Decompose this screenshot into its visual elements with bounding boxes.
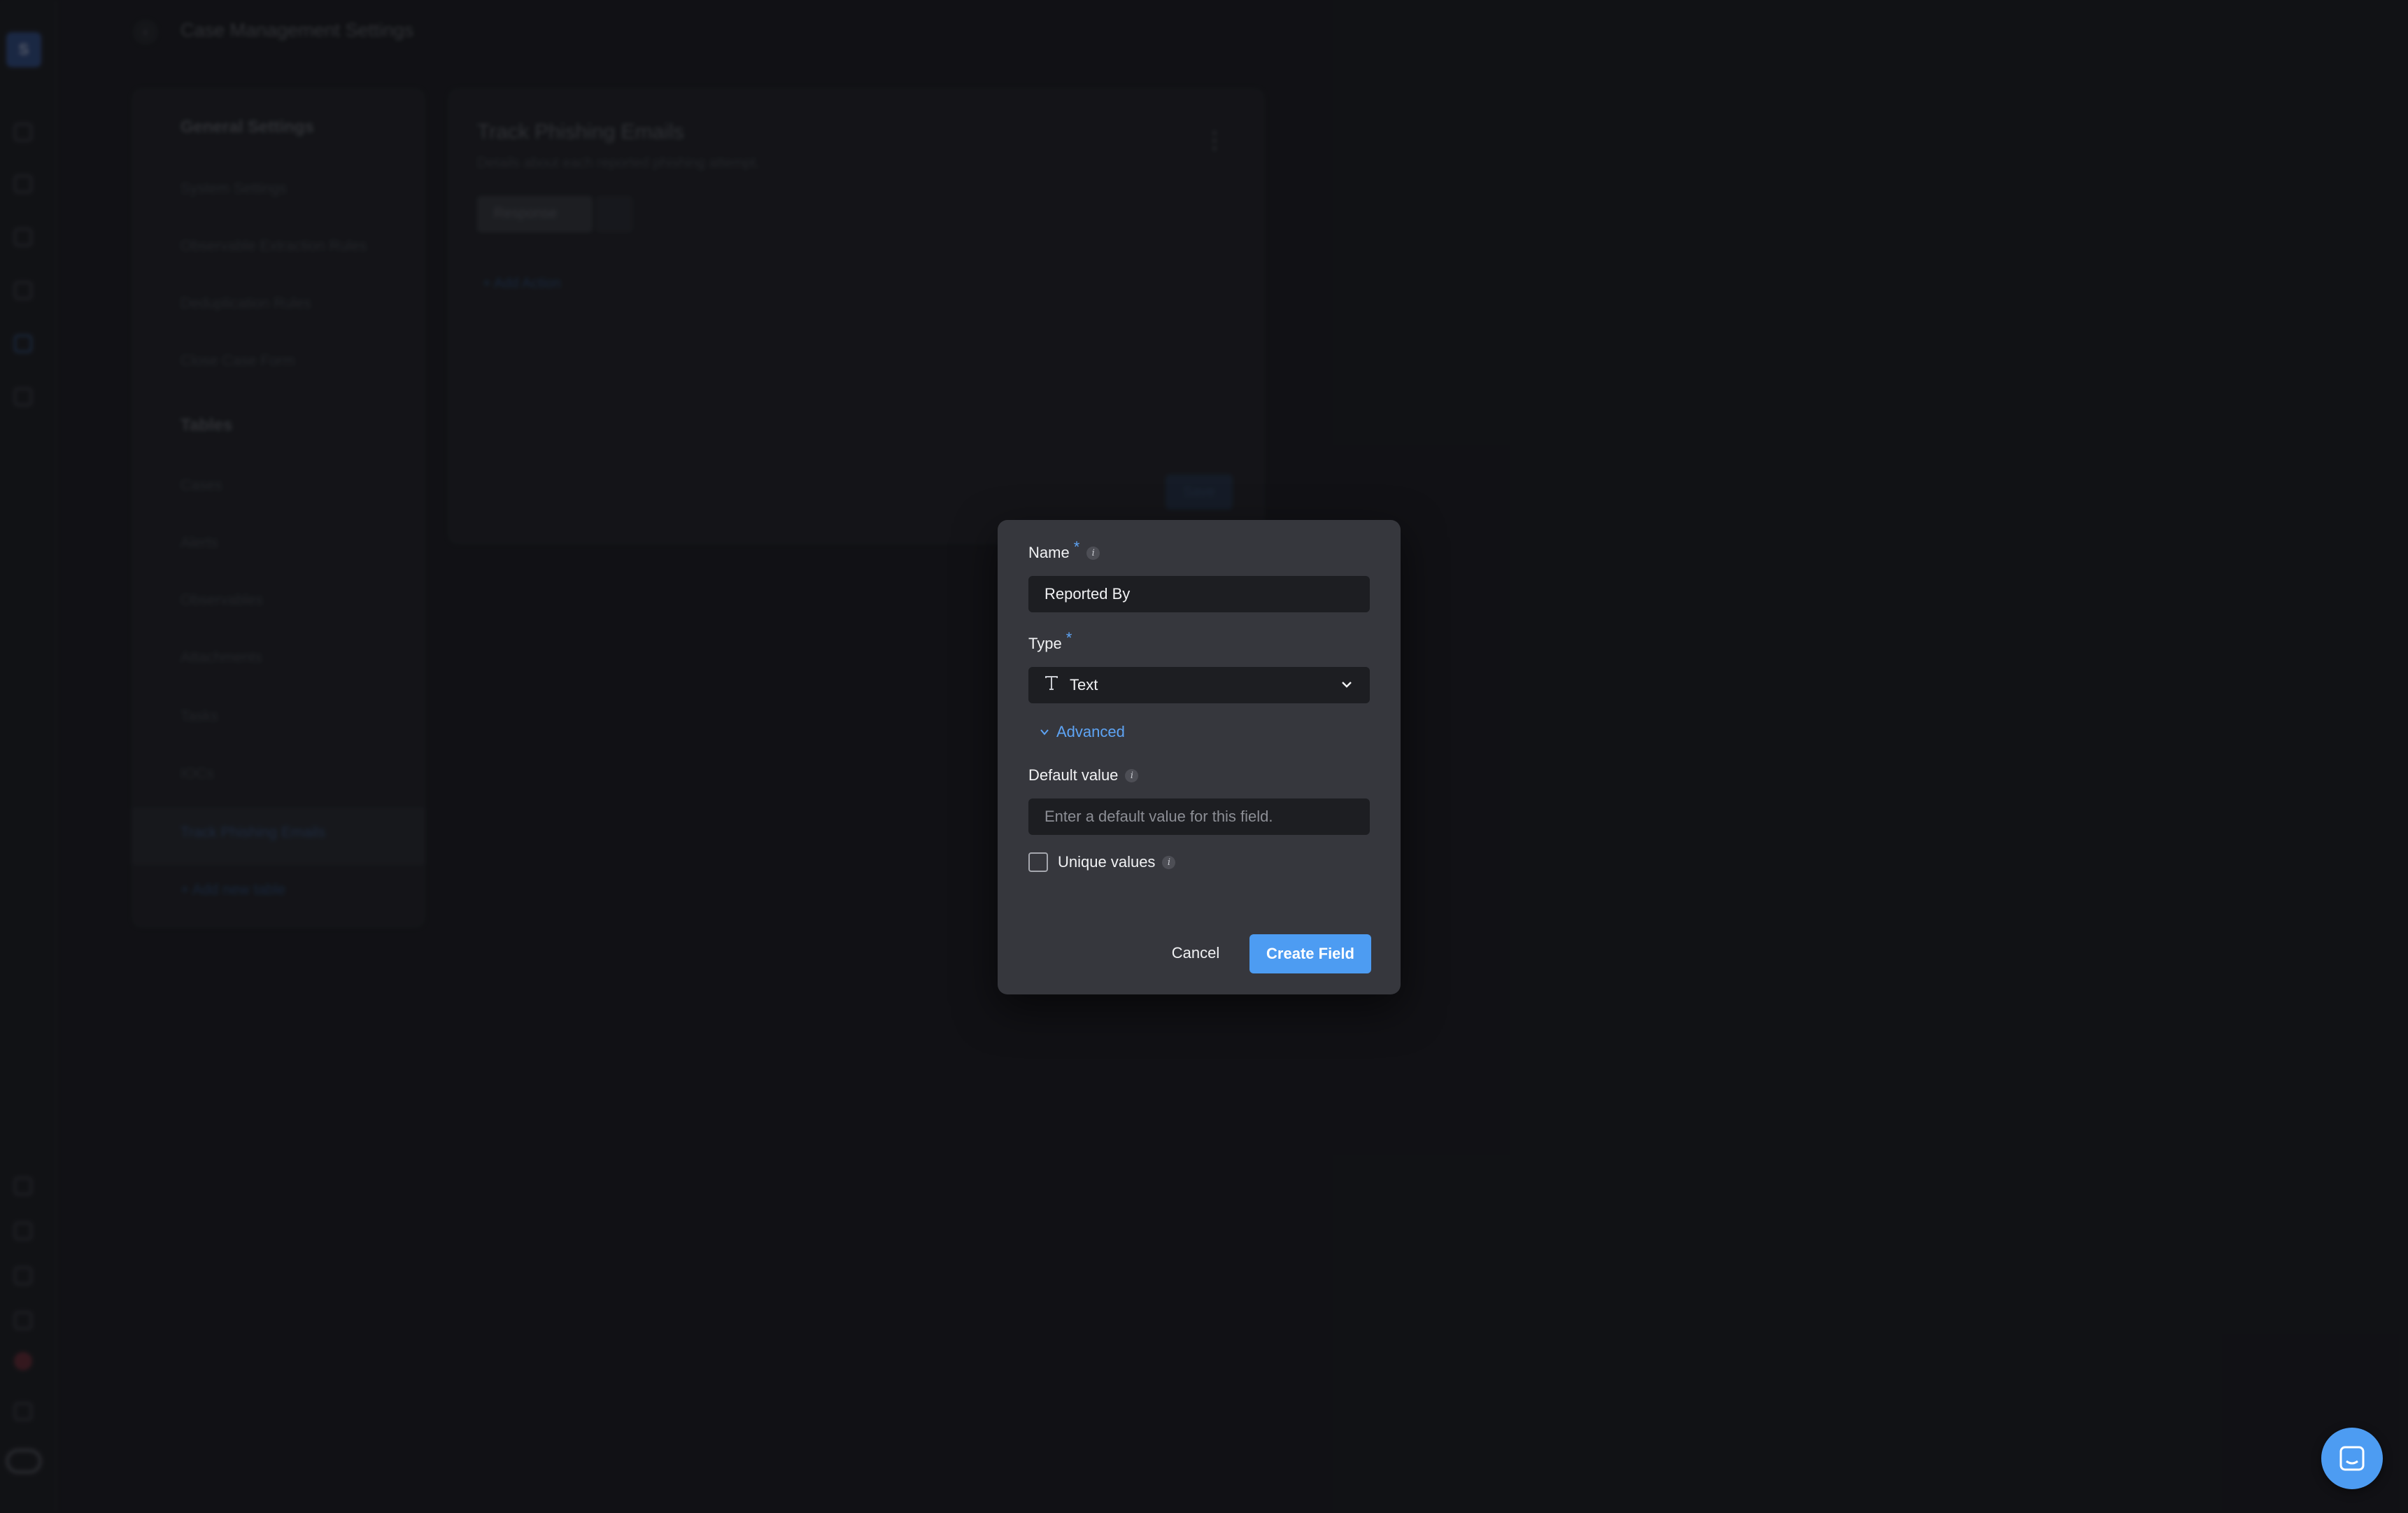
required-mark: * — [1065, 629, 1072, 647]
info-icon[interactable]: i — [1086, 546, 1100, 560]
unique-values-label: Unique values — [1058, 853, 1156, 871]
name-input[interactable]: Reported By — [1028, 576, 1370, 612]
type-label-row: Type * — [1028, 629, 1072, 653]
name-label-row: Name * i — [1028, 538, 1100, 562]
create-field-modal: Name * i Reported By Type * Text Advance… — [998, 520, 1401, 994]
text-type-icon — [1044, 675, 1058, 695]
cancel-button[interactable]: Cancel — [1154, 934, 1237, 972]
info-icon[interactable]: i — [1162, 855, 1176, 869]
chat-icon — [2339, 1446, 2365, 1471]
default-label-row: Default value i — [1028, 766, 1139, 784]
chat-support-button[interactable] — [2321, 1428, 2383, 1489]
name-label: Name — [1028, 544, 1070, 561]
default-value-input[interactable]: Enter a default value for this field. — [1028, 798, 1370, 835]
type-label: Type — [1028, 635, 1062, 652]
default-label: Default value — [1028, 766, 1119, 784]
chevron-down-icon — [1340, 677, 1354, 696]
chevron-down-icon — [1040, 729, 1049, 736]
required-mark: * — [1073, 538, 1080, 556]
type-select-value: Text — [1070, 676, 1098, 694]
advanced-label: Advanced — [1056, 723, 1125, 740]
info-icon[interactable]: i — [1125, 768, 1139, 782]
advanced-toggle[interactable]: Advanced — [1040, 723, 1125, 741]
unique-values-row: Unique values i — [1028, 852, 1176, 872]
unique-values-checkbox[interactable] — [1028, 852, 1048, 872]
create-field-button[interactable]: Create Field — [1249, 934, 1371, 973]
type-select[interactable]: Text — [1028, 667, 1370, 703]
